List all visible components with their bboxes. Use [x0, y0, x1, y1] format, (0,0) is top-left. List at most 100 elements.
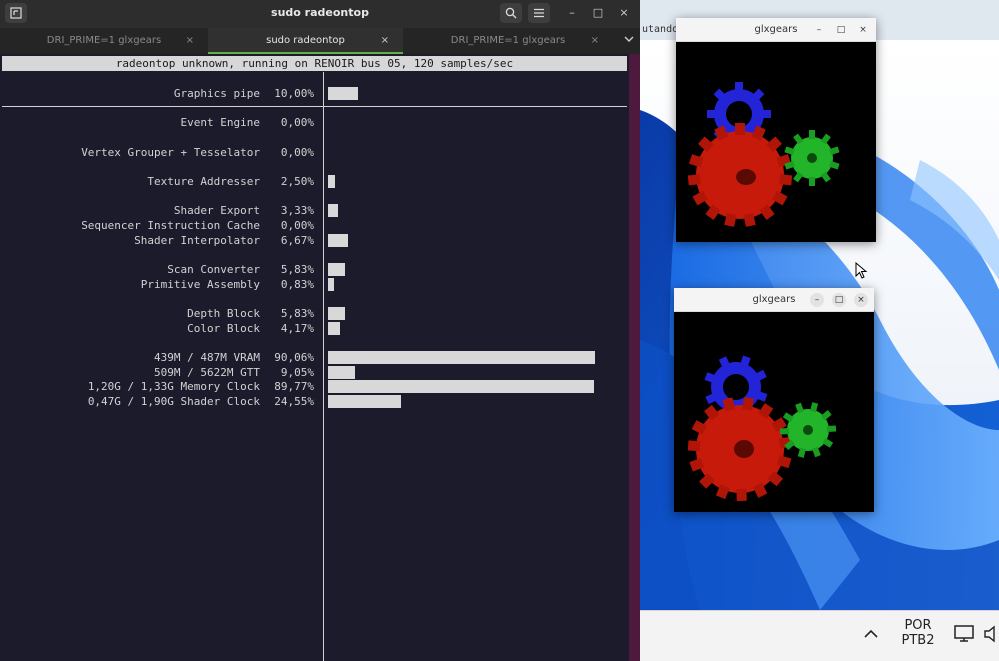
stat-percent: 90,06% — [274, 351, 314, 364]
stat-bar — [328, 87, 358, 100]
stat-label: Event Engine — [180, 116, 260, 129]
stat-label: Shader Interpolator — [134, 234, 260, 247]
stat-bar — [328, 366, 355, 379]
hamburger-menu-icon[interactable] — [528, 3, 550, 23]
stat-percent: 24,55% — [274, 395, 314, 408]
window-title: glxgears — [754, 24, 798, 35]
close-icon[interactable]: × — [591, 28, 599, 54]
stat-label: Depth Block — [187, 307, 260, 320]
stat-row: Graphics pipe 10,00% — [0, 86, 320, 101]
tab-label: sudo radeontop — [266, 35, 345, 46]
glxgears-titlebar[interactable]: glxgears – □ × — [676, 18, 876, 42]
stat-row: Sequencer Instruction Cache 0,00% — [0, 218, 320, 233]
stat-bar — [328, 204, 338, 217]
stat-label: Color Block — [187, 322, 260, 335]
display-icon[interactable] — [954, 625, 976, 643]
terminal-scrollbar-area[interactable] — [629, 54, 640, 661]
stat-row: 1,20G / 1,33G Memory Clock 89,77% — [0, 379, 320, 394]
stat-row: Shader Export 3,33% — [0, 203, 320, 218]
stat-bar — [328, 263, 345, 276]
maximize-icon[interactable]: □ — [589, 4, 607, 22]
tab-glxgears-2[interactable]: DRI_PRIME=1 glxgears × — [403, 28, 613, 54]
tab-glxgears-1[interactable]: DRI_PRIME=1 glxgears × — [0, 28, 208, 54]
stat-percent: 4,17% — [280, 322, 314, 335]
stat-bar — [328, 322, 340, 335]
stat-bar — [328, 175, 335, 188]
divider-vertical — [323, 72, 324, 661]
radeontop-header: radeontop unknown, running on RENOIR bus… — [2, 56, 627, 71]
stat-percent: 5,83% — [280, 263, 314, 276]
stat-percent: 0,00% — [280, 116, 314, 129]
input-language-indicator[interactable]: POR PTB2 — [898, 618, 938, 648]
stat-label: Graphics pipe — [173, 87, 260, 100]
stat-row: Scan Converter 5,83% — [0, 262, 320, 277]
stat-bar — [328, 234, 348, 247]
close-icon[interactable]: × — [381, 28, 389, 54]
stat-row: 0,47G / 1,90G Shader Clock 24,55% — [0, 394, 320, 409]
close-icon[interactable]: × — [854, 293, 868, 307]
divider-horizontal — [2, 106, 627, 107]
glxgears-window[interactable]: glxgears – □ × — [676, 18, 876, 242]
tab-radeontop[interactable]: sudo radeontop × — [208, 28, 403, 54]
maximize-icon[interactable]: □ — [832, 293, 846, 307]
stat-percent: 10,00% — [274, 87, 314, 100]
keyboard-layout-code: PTB2 — [901, 633, 935, 648]
stat-percent: 0,00% — [280, 219, 314, 232]
stat-percent: 6,67% — [280, 234, 314, 247]
minimize-icon[interactable]: – — [810, 293, 824, 307]
stat-label: 439M / 487M VRAM — [154, 351, 260, 364]
windows-taskbar: POR PTB2 — [640, 610, 999, 661]
glxgears-titlebar[interactable]: glxgears – □ × — [674, 288, 874, 312]
minimize-icon[interactable]: – — [563, 4, 581, 22]
stat-row: Primitive Assembly 0,83% — [0, 277, 320, 292]
close-icon[interactable]: × — [186, 28, 194, 54]
stat-label: 0,47G / 1,90G Shader Clock — [87, 395, 260, 408]
stat-label: Texture Addresser — [147, 175, 260, 188]
close-icon[interactable]: × — [615, 4, 633, 22]
stat-percent: 9,05% — [280, 366, 314, 379]
stat-bar — [328, 395, 401, 408]
terminal-headerbar[interactable]: sudo radeontop – □ × — [0, 0, 640, 28]
stat-label: 509M / 5622M GTT — [154, 366, 260, 379]
glxgears-window[interactable]: glxgears – □ × — [674, 288, 874, 512]
maximize-icon[interactable]: □ — [834, 23, 848, 37]
stat-label: 1,20G / 1,33G Memory Clock — [87, 380, 260, 393]
stat-percent: 0,83% — [280, 278, 314, 291]
mouse-cursor-icon — [855, 262, 868, 279]
search-icon[interactable] — [500, 3, 522, 23]
stat-row: Depth Block 5,83% — [0, 306, 320, 321]
stat-label: Vertex Grouper + Tesselator — [81, 146, 260, 159]
stat-row: 439M / 487M VRAM 90,06% — [0, 350, 320, 365]
stat-percent: 3,33% — [280, 204, 314, 217]
window-title: glxgears — [752, 294, 796, 305]
volume-icon[interactable] — [983, 625, 999, 643]
stat-label: Shader Export — [173, 204, 260, 217]
gears-render — [674, 312, 874, 512]
stat-row: Texture Addresser 2,50% — [0, 174, 320, 189]
tab-label: DRI_PRIME=1 glxgears — [450, 35, 566, 46]
minimize-icon[interactable]: – — [812, 23, 826, 37]
stat-row: Shader Interpolator 6,67% — [0, 233, 320, 248]
stat-row: 509M / 5622M GTT 9,05% — [0, 365, 320, 380]
stat-bar — [328, 307, 345, 320]
stat-percent: 2,50% — [280, 175, 314, 188]
stat-percent: 0,00% — [280, 146, 314, 159]
tab-bar: DRI_PRIME=1 glxgears × sudo radeontop × … — [0, 28, 640, 54]
stat-row: Event Engine 0,00% — [0, 115, 320, 130]
stat-bar — [328, 351, 595, 364]
chevron-down-icon[interactable] — [624, 28, 634, 54]
stat-row: Vertex Grouper + Tesselator 0,00% — [0, 145, 320, 160]
stat-percent: 5,83% — [280, 307, 314, 320]
tab-label: DRI_PRIME=1 glxgears — [46, 35, 162, 46]
stat-label: Primitive Assembly — [140, 278, 260, 291]
stat-label: Sequencer Instruction Cache — [81, 219, 260, 232]
terminal-window[interactable]: sudo radeontop – □ × DRI_PRIME=1 glxgear… — [0, 0, 640, 661]
language-code: POR — [904, 618, 932, 633]
gears-render — [676, 42, 876, 242]
stat-bar — [328, 380, 594, 393]
close-icon[interactable]: × — [856, 23, 870, 37]
stat-row: Color Block 4,17% — [0, 321, 320, 336]
stat-percent: 89,77% — [274, 380, 314, 393]
chevron-up-icon[interactable] — [860, 623, 882, 645]
stat-bar — [328, 278, 334, 291]
